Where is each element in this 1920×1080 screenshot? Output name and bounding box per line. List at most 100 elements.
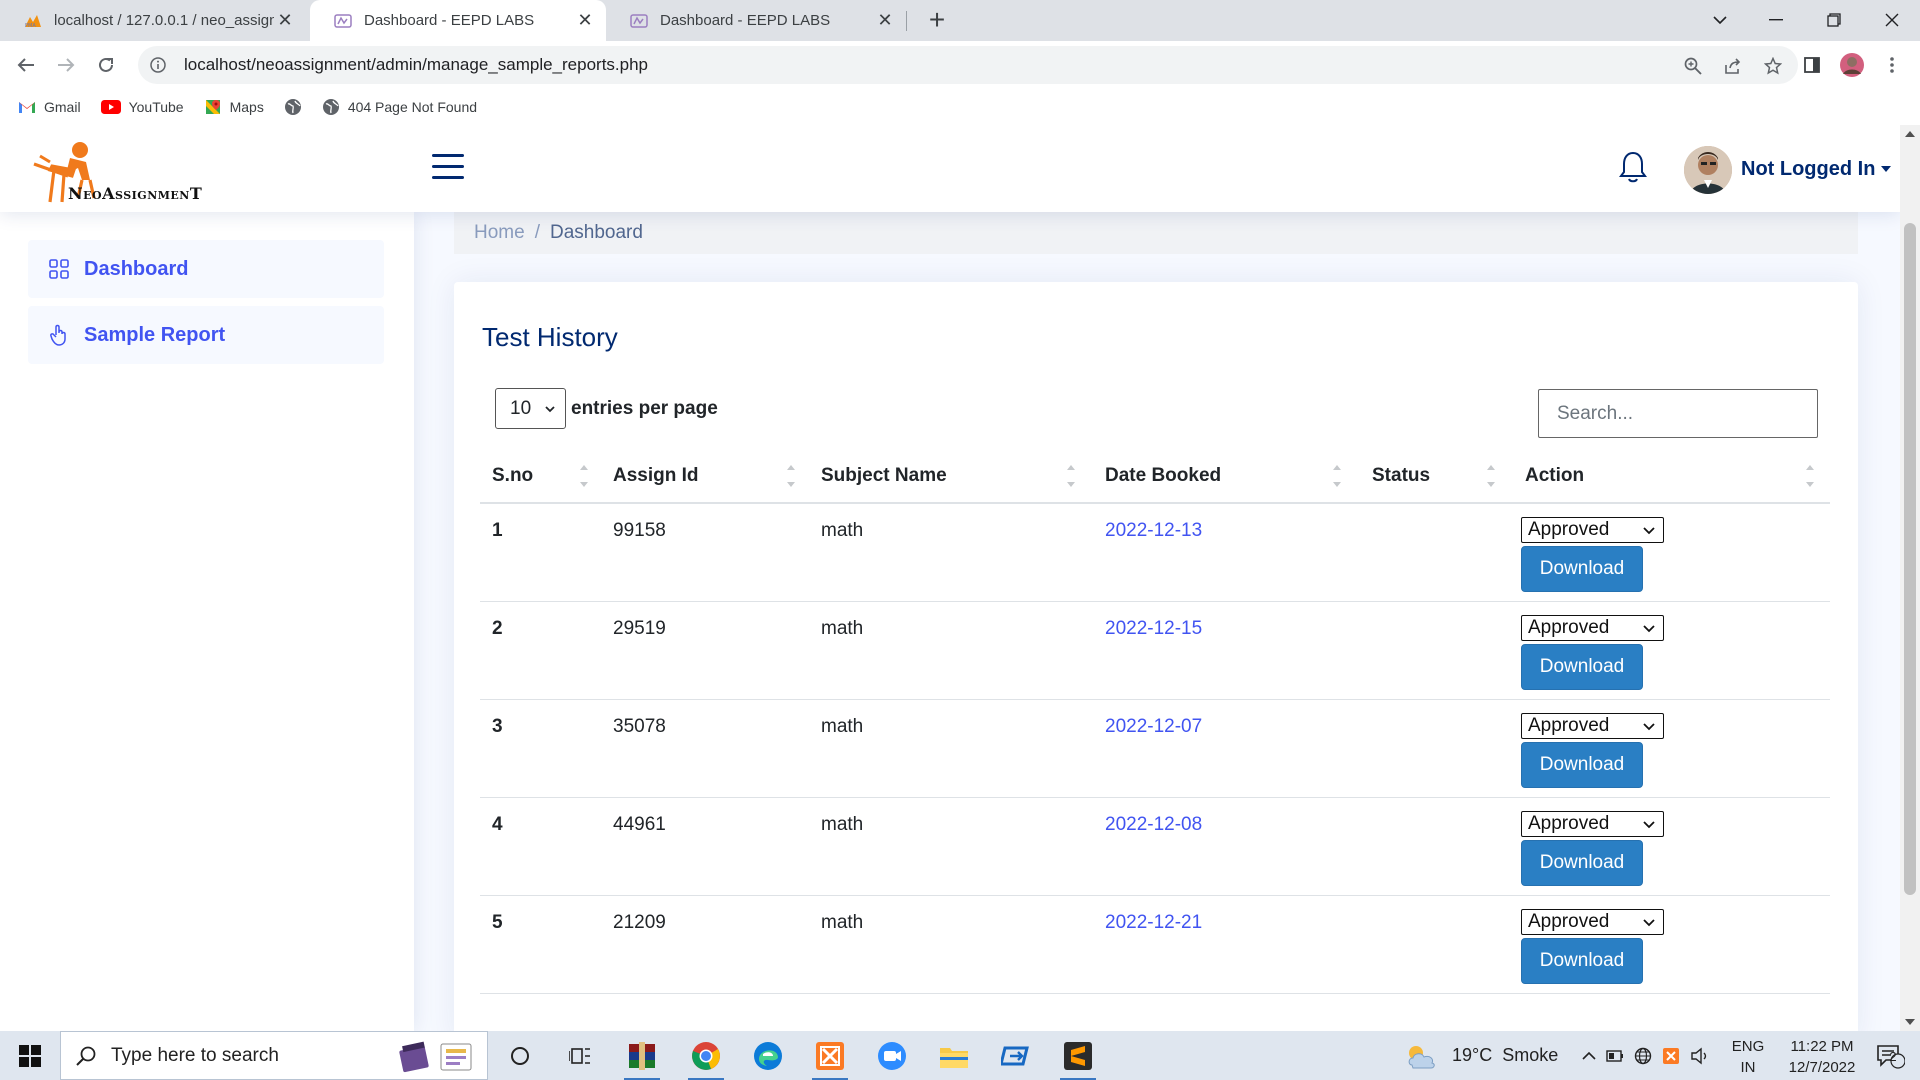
address-bar[interactable]: localhost/neoassignment/admin/manage_sam… xyxy=(138,46,1798,84)
svg-text:PMA: PMA xyxy=(25,23,36,28)
user-dropdown-label[interactable]: Not Logged In xyxy=(1741,158,1875,181)
reload-icon[interactable] xyxy=(90,49,122,81)
new-tab-button[interactable]: + xyxy=(922,4,952,35)
zoom-app-icon[interactable] xyxy=(872,1037,912,1075)
sidebar-item-sample-report[interactable]: Sample Report xyxy=(28,306,384,364)
close-tab-icon[interactable]: ✕ xyxy=(574,10,596,32)
download-button[interactable]: Download xyxy=(1521,644,1643,690)
sort-icon[interactable] xyxy=(1066,462,1076,490)
taskbar-clock[interactable]: 11:22 PM 12/7/2022 xyxy=(1774,1036,1870,1078)
weather-widget[interactable]: 19°C Smoke xyxy=(1404,1031,1558,1080)
cell-assign-id: 29519 xyxy=(613,618,666,639)
winrar-icon[interactable] xyxy=(622,1037,662,1080)
profile-avatar-icon[interactable] xyxy=(1836,49,1868,81)
restore-button[interactable] xyxy=(1806,0,1862,40)
sort-icon[interactable] xyxy=(579,462,589,490)
close-tab-icon[interactable]: ✕ xyxy=(274,10,296,32)
browser-tab-dashboard-active[interactable]: Dashboard - EEPD LABS ✕ xyxy=(310,0,606,41)
sort-icon[interactable] xyxy=(786,462,796,490)
lang-region: IN xyxy=(1740,1059,1756,1076)
page-scrollbar[interactable] xyxy=(1900,125,1920,1031)
back-arrow-icon[interactable] xyxy=(10,49,42,81)
scroll-up-arrow-icon[interactable] xyxy=(1905,131,1915,137)
status-value: Approved xyxy=(1528,715,1610,736)
minimize-button[interactable] xyxy=(1748,0,1804,40)
zoom-icon[interactable] xyxy=(1682,55,1704,77)
download-button[interactable]: Download xyxy=(1521,742,1643,788)
column-header-status[interactable]: Status xyxy=(1372,448,1430,504)
bookmark-maps[interactable]: Maps xyxy=(204,98,264,116)
download-button[interactable]: Download xyxy=(1521,938,1643,984)
volume-icon[interactable] xyxy=(1690,1047,1710,1065)
sublime-text-icon[interactable] xyxy=(1058,1037,1098,1080)
test-history-card: Test History 10 entries per page S.no As… xyxy=(454,282,1858,1031)
xampp-tray-icon[interactable] xyxy=(1662,1047,1680,1065)
xampp-icon[interactable] xyxy=(810,1037,850,1080)
task-view-icon[interactable] xyxy=(560,1037,600,1075)
web-page: NeoAssignmenT Not Logged In Dashboard Sa… xyxy=(0,128,1900,1031)
status-select[interactable]: Approved xyxy=(1521,713,1664,739)
notification-center-icon[interactable]: 2 xyxy=(1870,1037,1910,1075)
bookmark-label: Gmail xyxy=(44,99,81,115)
file-explorer-icon[interactable] xyxy=(934,1037,974,1075)
column-header-sno[interactable]: S.no xyxy=(492,448,533,504)
browser-menu-icon[interactable] xyxy=(1876,49,1908,81)
cortana-icon[interactable] xyxy=(500,1037,540,1075)
scrollbar-thumb[interactable] xyxy=(1904,223,1916,895)
battery-icon[interactable] xyxy=(1606,1049,1624,1062)
scroll-down-arrow-icon[interactable] xyxy=(1905,1019,1915,1025)
globe-icon xyxy=(284,99,301,115)
chrome-icon[interactable] xyxy=(686,1037,726,1080)
cell-date-booked: 2022-12-07 xyxy=(1105,716,1203,737)
tab-search-chevron-icon[interactable] xyxy=(1692,0,1748,40)
taskbar-search-placeholder: Type here to search xyxy=(111,1044,279,1066)
windows-start-button[interactable] xyxy=(0,1031,60,1080)
status-select[interactable]: Approved xyxy=(1521,811,1664,837)
sidebar-item-dashboard[interactable]: Dashboard xyxy=(28,240,384,298)
status-select[interactable]: Approved xyxy=(1521,615,1664,641)
input-language-indicator[interactable]: ENG IN xyxy=(1730,1036,1766,1078)
cell-subject: math xyxy=(821,814,864,835)
network-globe-icon[interactable] xyxy=(1634,1047,1652,1065)
download-button[interactable]: Download xyxy=(1521,840,1643,886)
close-window-button[interactable] xyxy=(1864,0,1920,40)
cell-sno: 4 xyxy=(492,814,503,835)
site-info-icon[interactable] xyxy=(148,57,168,73)
entries-per-page-select[interactable]: 10 xyxy=(495,388,566,429)
notification-bell-icon[interactable] xyxy=(1618,150,1648,184)
bookmark-youtube[interactable]: YouTube xyxy=(100,99,184,115)
sort-icon[interactable] xyxy=(1486,462,1496,490)
system-tray-icons xyxy=(1582,1031,1710,1080)
cell-assign-id: 35078 xyxy=(613,716,666,737)
taskbar-search-box[interactable]: Type here to search xyxy=(60,1031,488,1080)
column-header-subject-name[interactable]: Subject Name xyxy=(821,448,947,504)
bookmark-404-page[interactable]: 404 Page Not Found xyxy=(322,98,477,116)
browser-tab-dashboard[interactable]: Dashboard - EEPD LABS ✕ xyxy=(606,0,906,41)
column-header-action[interactable]: Action xyxy=(1525,448,1584,504)
close-tab-icon[interactable]: ✕ xyxy=(874,10,896,32)
download-button[interactable]: Download xyxy=(1521,546,1643,592)
chevron-up-icon[interactable] xyxy=(1582,1051,1596,1061)
edge-icon[interactable] xyxy=(748,1037,788,1075)
status-select[interactable]: Approved xyxy=(1521,909,1664,935)
breadcrumb-home-link[interactable]: Home xyxy=(474,222,525,244)
table-search-input[interactable] xyxy=(1538,389,1818,438)
site-logo[interactable]: NeoAssignmenT xyxy=(30,140,230,210)
sort-icon[interactable] xyxy=(1805,462,1815,490)
column-header-assign-id[interactable]: Assign Id xyxy=(613,448,699,504)
share-icon[interactable] xyxy=(1722,55,1744,77)
windows-logo-icon xyxy=(19,1044,41,1067)
user-avatar[interactable] xyxy=(1684,146,1732,194)
browser-tab-phpmyadmin[interactable]: PMA localhost / 127.0.0.1 / neo_assignme… xyxy=(0,0,306,41)
side-panel-icon[interactable] xyxy=(1796,49,1828,81)
bookmark-globe[interactable] xyxy=(284,98,302,116)
status-select[interactable]: Approved xyxy=(1521,517,1664,543)
teamviewer-icon[interactable] xyxy=(996,1037,1036,1075)
menu-toggle-button[interactable] xyxy=(432,154,464,182)
bookmark-gmail[interactable]: Gmail xyxy=(18,99,81,115)
sort-icon[interactable] xyxy=(1332,462,1342,490)
forward-arrow-icon[interactable] xyxy=(50,49,82,81)
bookmark-star-icon[interactable] xyxy=(1762,55,1784,77)
column-header-date-booked[interactable]: Date Booked xyxy=(1105,448,1221,504)
caret-down-icon[interactable] xyxy=(1881,166,1891,172)
